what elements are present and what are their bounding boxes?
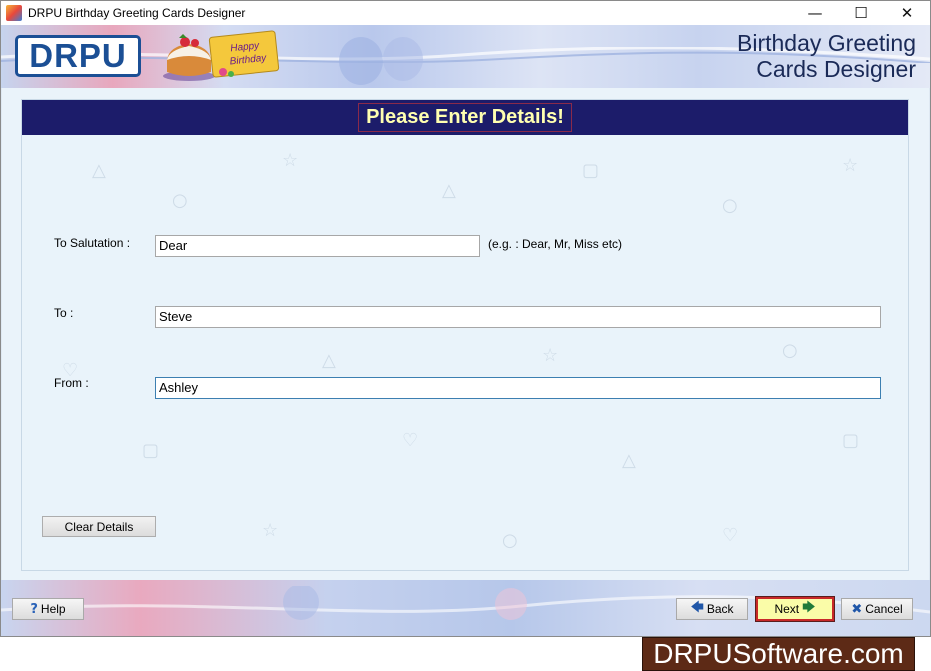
- gift-pattern: ▢: [842, 430, 860, 451]
- to-label: To :: [54, 306, 74, 320]
- salutation-hint: (e.g. : Dear, Mr, Miss etc): [488, 237, 623, 251]
- maximize-button[interactable]: ☐: [838, 1, 884, 25]
- heart-pattern: ♡: [722, 525, 739, 546]
- next-button[interactable]: Next 🡆: [755, 596, 835, 622]
- drpusoftware-brand-caption: DRPUSoftware.com: [642, 637, 915, 671]
- app-window: DRPU Birthday Greeting Cards Designer — …: [0, 0, 931, 637]
- app-icon: [6, 5, 22, 21]
- header-banner: DRPU Happy Birthday Birthday Greeting Ca…: [1, 25, 930, 88]
- star-pattern: ☆: [282, 150, 299, 171]
- heart-pattern: ♡: [402, 430, 419, 451]
- window-title: DRPU Birthday Greeting Cards Designer: [28, 6, 246, 20]
- party-hat-pattern: △: [622, 450, 636, 471]
- help-button-label: Help: [40, 602, 66, 616]
- party-hat-pattern: △: [92, 160, 106, 181]
- salutation-label: To Salutation :: [54, 236, 131, 250]
- from-input[interactable]: Ashley: [155, 377, 881, 399]
- balloon-pattern: ○: [782, 340, 798, 361]
- help-icon: ?: [30, 601, 38, 617]
- party-hat-pattern: △: [442, 180, 456, 201]
- balloon-decoration: [339, 37, 423, 85]
- balloon-pattern: ○: [172, 190, 188, 211]
- back-button-label: Back: [706, 602, 734, 616]
- drpu-logo: DRPU: [15, 35, 141, 77]
- from-label: From :: [54, 376, 89, 390]
- balloon-pattern: ○: [502, 530, 518, 551]
- cancel-button[interactable]: ✖ Cancel: [841, 598, 913, 620]
- to-input[interactable]: Steve: [155, 306, 881, 328]
- balloon-pattern: ○: [722, 195, 738, 216]
- details-panel: △ ○ ☆ △ ▢ ○ ☆ ♡ △ ☆ ○ ▢ ♡ △ ▢ ☆ ○ ♡ Plea…: [21, 99, 909, 571]
- app-name-title: Birthday Greeting Cards Designer: [737, 30, 916, 82]
- star-pattern: ☆: [262, 520, 279, 541]
- details-header-title: Please Enter Details!: [358, 103, 572, 132]
- window-controls: — ☐ ✕: [792, 1, 930, 25]
- details-header-bar: Please Enter Details!: [22, 100, 908, 135]
- footer-bar: ? Help 🡄 Back Next 🡆 ✖ Cancel: [1, 580, 930, 636]
- birthday-cake-card-illustration: Happy Birthday: [163, 30, 280, 81]
- cancel-icon: ✖: [851, 601, 863, 617]
- clear-details-button[interactable]: Clear Details: [42, 516, 156, 537]
- back-button[interactable]: 🡄 Back: [676, 598, 748, 620]
- title-bar: DRPU Birthday Greeting Cards Designer — …: [1, 1, 930, 25]
- salutation-input[interactable]: Dear: [155, 235, 480, 257]
- gift-pattern: ▢: [142, 440, 160, 461]
- minimize-button[interactable]: —: [792, 1, 838, 25]
- back-arrow-icon: 🡄: [690, 600, 704, 615]
- next-arrow-icon: 🡆: [802, 600, 816, 615]
- main-content: △ ○ ☆ △ ▢ ○ ☆ ♡ △ ☆ ○ ▢ ♡ △ ▢ ☆ ○ ♡ Plea…: [2, 88, 929, 580]
- logo-text: DRPU: [29, 37, 127, 74]
- cancel-button-label: Cancel: [865, 602, 903, 616]
- star-pattern: ☆: [542, 345, 559, 366]
- gift-pattern: ▢: [582, 160, 600, 181]
- close-button[interactable]: ✕: [884, 1, 930, 25]
- star-pattern: ☆: [842, 155, 859, 176]
- party-hat-pattern: △: [322, 350, 336, 371]
- next-button-label: Next: [774, 602, 800, 616]
- app-name-line-2: Cards Designer: [756, 56, 916, 82]
- app-name-line-1: Birthday Greeting: [737, 30, 916, 56]
- help-button[interactable]: ? Help: [12, 598, 84, 620]
